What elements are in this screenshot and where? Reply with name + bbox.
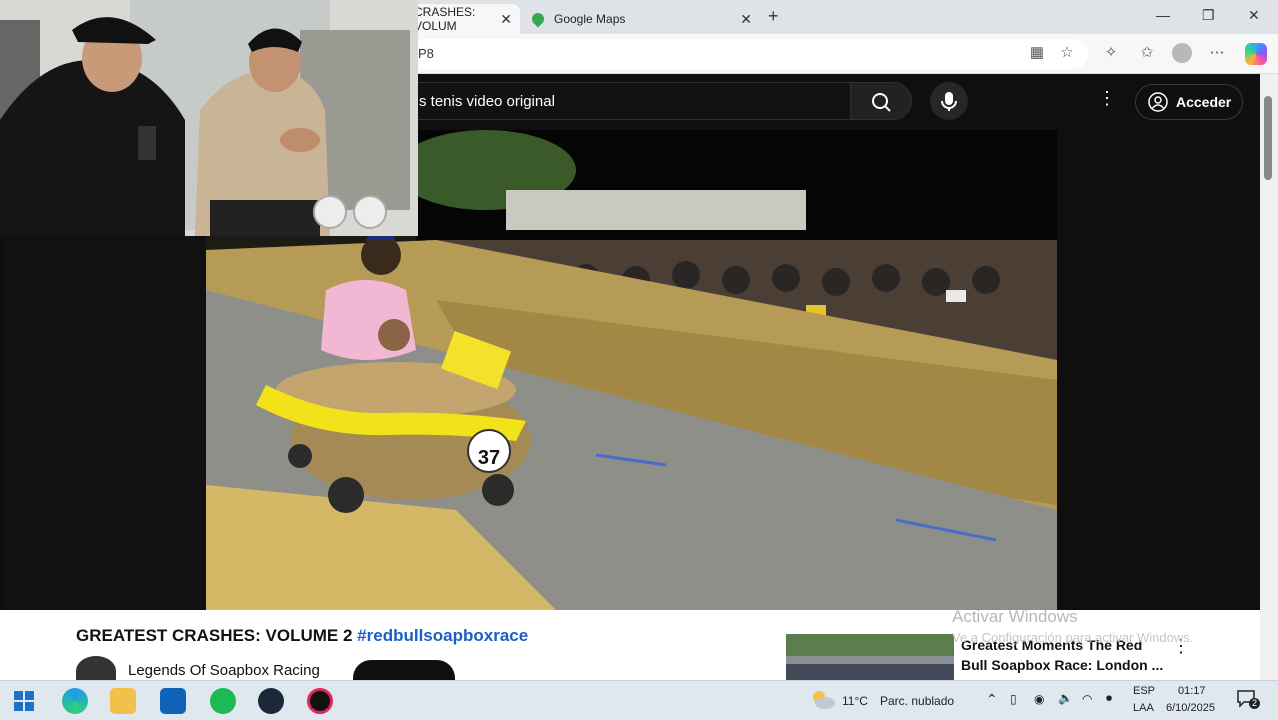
webcam-scene: [0, 0, 418, 236]
signin-label: Acceder: [1176, 94, 1232, 110]
tab-close-icon[interactable]: ✕: [740, 11, 752, 28]
microphone-icon: [941, 92, 957, 111]
address-bar[interactable]: P8: [408, 39, 1088, 69]
thumbnail-image: [786, 634, 954, 680]
tab-google-maps[interactable]: Google Maps ✕: [524, 4, 760, 34]
search-query: s tenis video original: [419, 93, 555, 110]
scrollbar-thumb[interactable]: [1264, 96, 1272, 180]
show-hidden-icons-chevron-icon[interactable]: ⌃: [986, 691, 998, 708]
video-hashtag-link[interactable]: #redbullsoapboxrace: [357, 626, 528, 645]
restore-button[interactable]: ❐: [1202, 7, 1215, 24]
microphone-tray-icon[interactable]: ⏺: [1106, 691, 1112, 706]
steam-icon[interactable]: [258, 688, 284, 714]
profile-avatar[interactable]: [1172, 43, 1192, 63]
more-options-icon[interactable]: ⋮: [1098, 88, 1116, 109]
subscribe-button[interactable]: [353, 660, 455, 680]
wifi-icon[interactable]: ◠: [1082, 692, 1092, 706]
voice-search-button[interactable]: [930, 82, 968, 120]
activation-watermark-subtitle: Ve a Configuración para activar Windows.: [952, 630, 1194, 645]
volume-icon[interactable]: 🔈: [1058, 691, 1073, 705]
url-text: P8: [418, 46, 434, 61]
tab-close-icon[interactable]: ✕: [500, 11, 512, 28]
video-title: GREATEST CRASHES: VOLUME 2 #redbullsoapb…: [76, 626, 528, 646]
maps-pin-icon: [529, 10, 547, 28]
weather-cloud-icon: [813, 691, 835, 709]
webcam-overlay: [0, 0, 418, 236]
app-available-icon[interactable]: ▦: [1028, 44, 1046, 62]
settings-more-icon[interactable]: ⋯: [1208, 44, 1226, 62]
windows-taskbar: 11°C Parc. nublado ⌃ ▯ ◉ 🔈 ◠ ⏺ ESP LAA 0…: [0, 680, 1278, 720]
new-tab-button[interactable]: +: [768, 6, 779, 27]
network-globe-icon[interactable]: ◉: [1034, 692, 1044, 706]
clock-time[interactable]: 01:17: [1178, 685, 1206, 697]
minimize-button[interactable]: —: [1156, 7, 1170, 23]
search-button[interactable]: [850, 82, 912, 120]
account-icon: [1148, 92, 1168, 112]
tab-label: Google Maps: [554, 12, 626, 26]
channel-name[interactable]: Legends Of Soapbox Racing: [128, 662, 320, 679]
signin-button[interactable]: Acceder: [1135, 84, 1243, 120]
copilot-icon[interactable]: [1245, 43, 1267, 65]
video-letterbox-left: [4, 236, 206, 610]
weather-description[interactable]: Parc. nublado: [880, 694, 954, 708]
start-windows-icon[interactable]: [14, 691, 34, 711]
weather-temperature: 11°C: [842, 694, 868, 708]
recommended-video-thumbnail[interactable]: [786, 634, 954, 680]
extensions-icon[interactable]: ✧: [1102, 44, 1120, 62]
activation-watermark-title: Activar Windows: [952, 607, 1078, 626]
edge-browser-icon[interactable]: [62, 688, 88, 714]
outlook-icon[interactable]: [160, 688, 186, 714]
close-window-button[interactable]: ✕: [1248, 7, 1260, 24]
notifications-button[interactable]: 2: [1236, 689, 1260, 709]
clock-date[interactable]: 6/10/2025: [1166, 702, 1215, 714]
tab-current-video[interactable]: CRASHES: VOLUM ✕: [408, 4, 520, 34]
favorite-star-icon[interactable]: ☆: [1058, 44, 1076, 62]
favorites-icon[interactable]: ✩: [1138, 44, 1156, 62]
input-language-top[interactable]: ESP: [1133, 685, 1155, 697]
notification-count-badge: 2: [1249, 698, 1260, 709]
input-language-bottom[interactable]: LAA: [1133, 702, 1154, 714]
search-icon: [872, 93, 891, 112]
app-record-icon[interactable]: [307, 688, 333, 714]
video-title-text: GREATEST CRASHES: VOLUME 2: [76, 626, 353, 645]
kart-number: 37: [478, 447, 500, 469]
file-explorer-icon[interactable]: [110, 688, 136, 714]
device-icon[interactable]: ▯: [1010, 692, 1017, 706]
search-input[interactable]: s tenis video original: [408, 82, 850, 120]
spotify-icon[interactable]: [210, 688, 236, 714]
